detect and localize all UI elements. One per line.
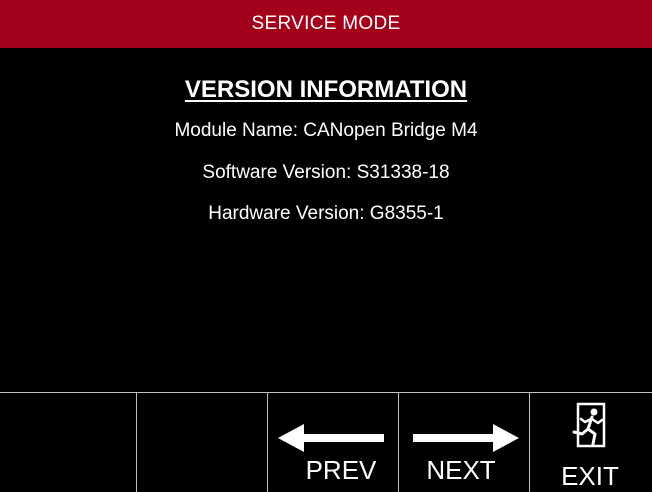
section-heading: VERSION INFORMATION xyxy=(184,76,468,103)
hardware-version-text: Hardware Version: G8355-1 xyxy=(208,203,444,224)
exit-button[interactable]: EXIT xyxy=(530,393,652,492)
softkey-1[interactable] xyxy=(0,393,137,492)
exit-label: EXIT xyxy=(561,461,619,491)
version-info-panel: VERSION INFORMATION Module Name: CANopen… xyxy=(0,48,652,392)
softkey-2[interactable] xyxy=(137,393,268,492)
page-title: SERVICE MODE xyxy=(251,13,401,34)
right-arrow-icon xyxy=(413,424,519,452)
title-bar: SERVICE MODE xyxy=(0,0,652,48)
service-mode-screen: SERVICE MODE VERSION INFORMATION Module … xyxy=(0,0,652,492)
softkey-bar: PREV NEXT EXIT xyxy=(0,392,652,492)
next-label: NEXT xyxy=(426,455,496,485)
module-name-text: Module Name: CANopen Bridge M4 xyxy=(174,120,478,141)
prev-button[interactable]: PREV xyxy=(268,393,399,492)
exit-running-man-icon xyxy=(572,402,606,448)
next-button[interactable]: NEXT xyxy=(399,393,530,492)
left-arrow-icon xyxy=(278,424,384,452)
software-version-text: Software Version: S31338-18 xyxy=(202,162,450,183)
prev-label: PREV xyxy=(305,455,377,485)
